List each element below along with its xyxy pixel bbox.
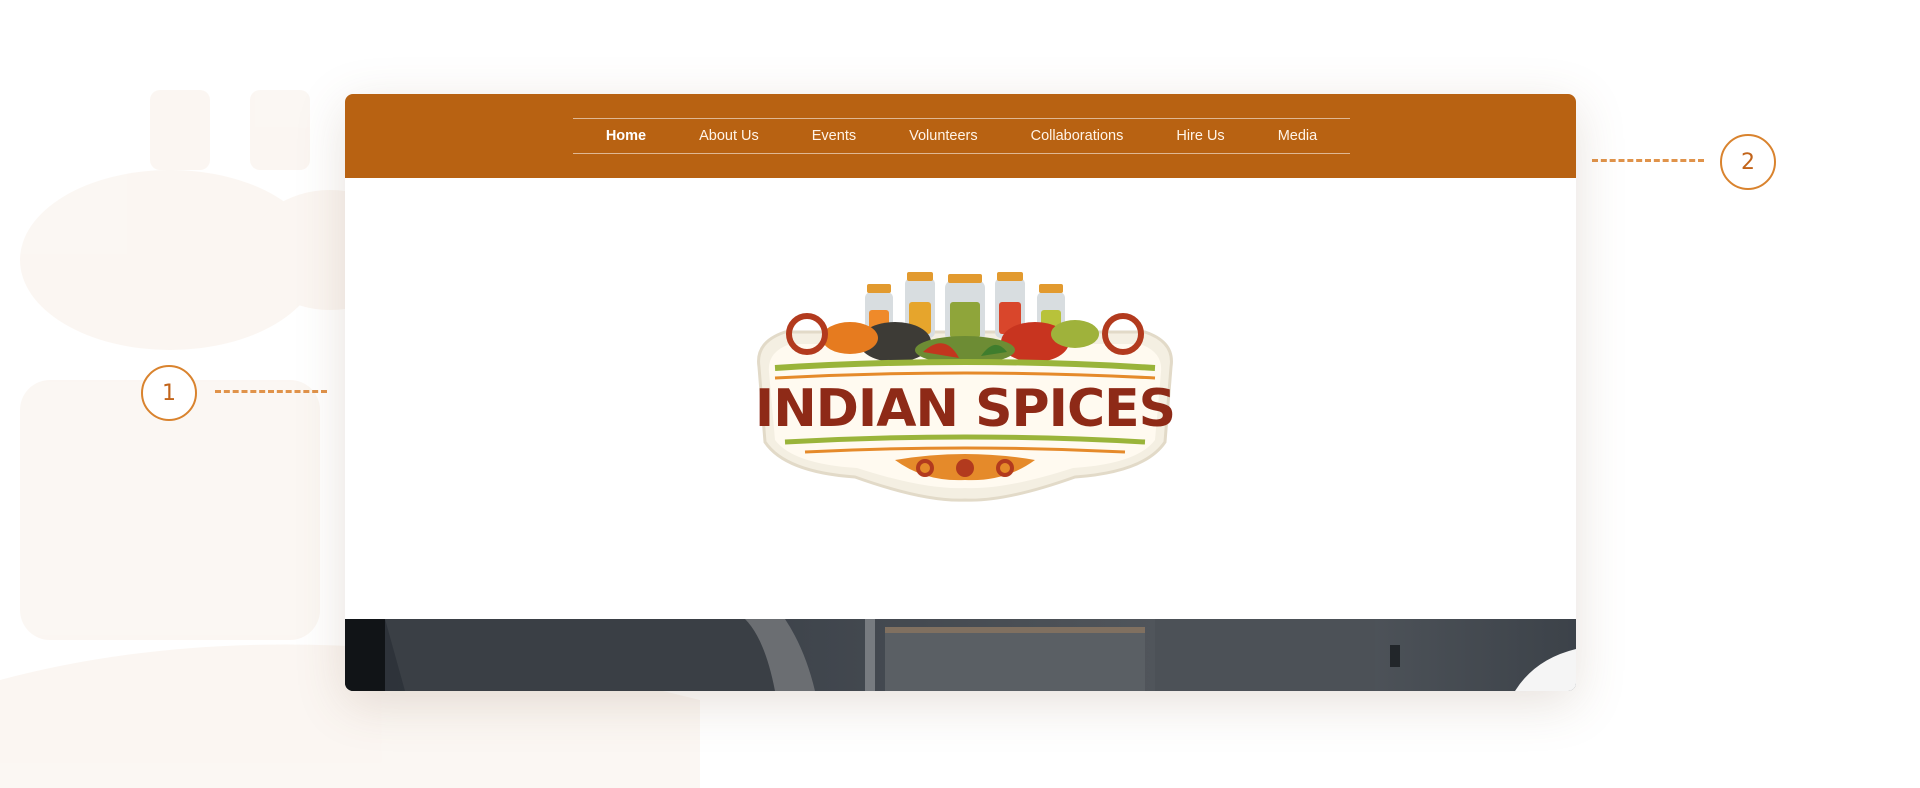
indian-spices-logo[interactable]: INDIAN SPICES bbox=[745, 272, 1185, 502]
nav-about-us[interactable]: About Us bbox=[673, 128, 786, 144]
nav-events[interactable]: Events bbox=[785, 128, 882, 144]
nav-collaborations[interactable]: Collaborations bbox=[1004, 128, 1150, 144]
nav-home[interactable]: Home bbox=[579, 128, 672, 144]
callout-1-line bbox=[215, 390, 327, 393]
nav-bottom-divider bbox=[573, 153, 1350, 154]
callout-2-line bbox=[1592, 159, 1704, 162]
hero-image bbox=[345, 619, 1576, 691]
nav-hire-us[interactable]: Hire Us bbox=[1150, 128, 1251, 144]
nav-media[interactable]: Media bbox=[1251, 128, 1344, 144]
callout-1-badge: 1 bbox=[141, 365, 197, 421]
main-menu: Home About Us Events Volunteers Collabor… bbox=[573, 119, 1350, 153]
callout-2-badge: 2 bbox=[1720, 134, 1776, 190]
nav-volunteers[interactable]: Volunteers bbox=[883, 128, 1005, 144]
top-navigation-bar: Home About Us Events Volunteers Collabor… bbox=[345, 94, 1576, 178]
logo-text: INDIAN SPICES bbox=[755, 379, 1175, 439]
website-preview: Home About Us Events Volunteers Collabor… bbox=[345, 94, 1576, 691]
